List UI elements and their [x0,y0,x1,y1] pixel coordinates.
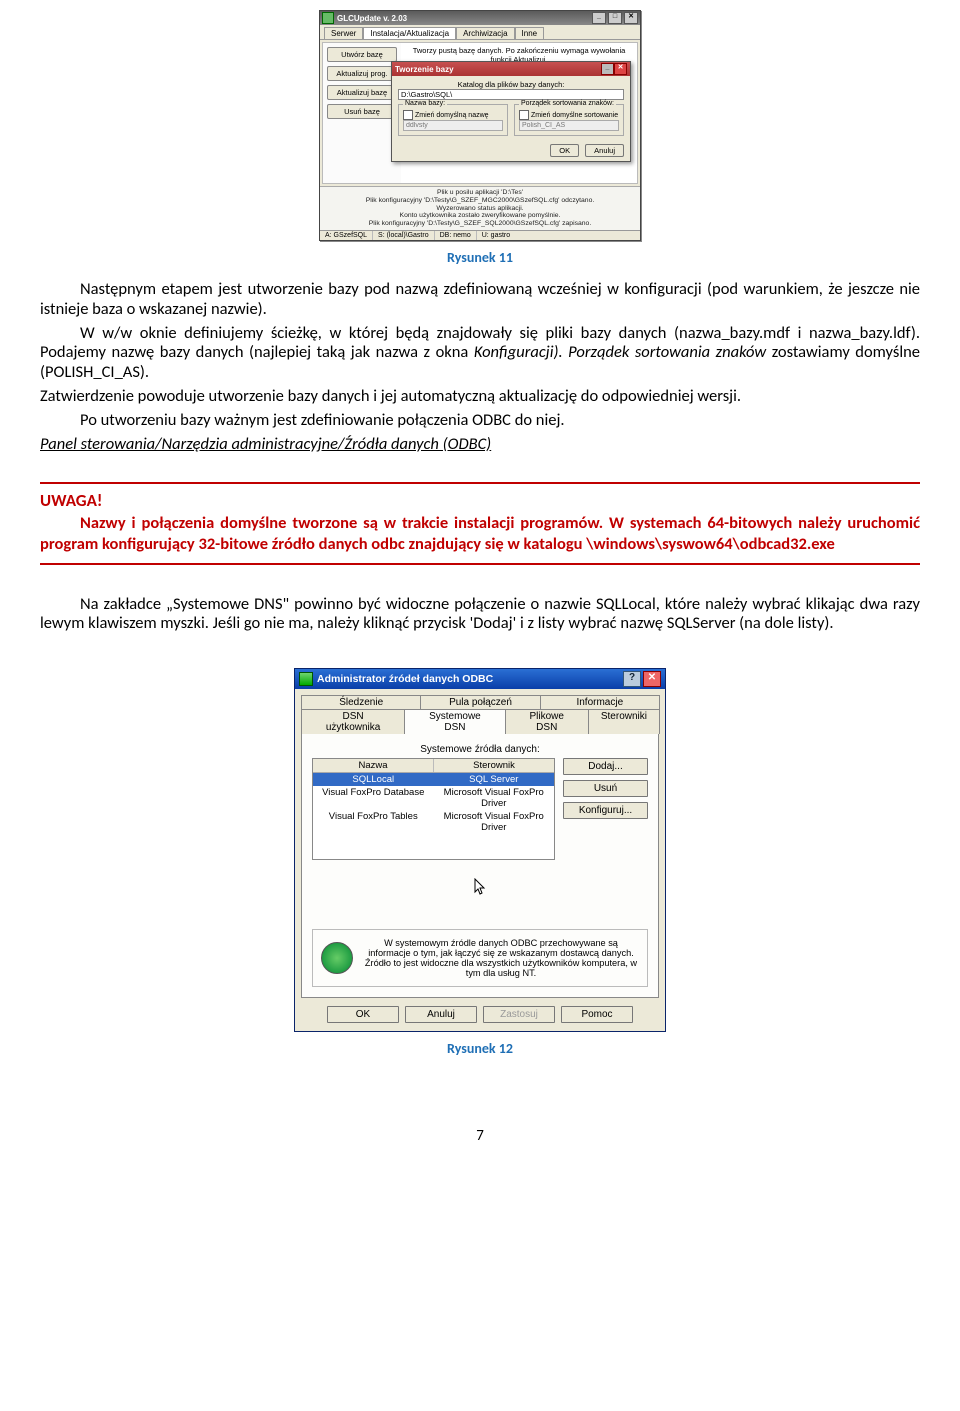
list-row-selected[interactable]: SQLLocal SQL Server [313,773,554,786]
odbc-titlebar: Administrator źródeł danych ODBC ? ✕ [295,669,665,689]
odbc-admin-window: Administrator źródeł danych ODBC ? ✕ Śle… [294,668,666,1032]
odbc-close-button[interactable]: ✕ [643,671,661,687]
tab-sledzenie[interactable]: Śledzenie [301,695,421,709]
update-prog-button[interactable]: Aktualizuj prog. [327,66,397,81]
info-text: W systemowym źródle danych ODBC przechow… [363,938,639,978]
paragraph-1b: W w/w oknie definiujemy ścieżkę, w które… [40,324,920,383]
name-group-title: Nazwa bazy: [403,100,447,107]
change-sort-checkbox[interactable]: Zmień domyślne sortowanie [519,110,619,120]
col-driver[interactable]: Sterownik [434,759,554,772]
figure-2-screenshot: Administrator źródeł danych ODBC ? ✕ Śle… [40,668,920,1032]
configure-button[interactable]: Konfiguruj... [563,802,648,819]
tab-content: Systemowe źródła danych: Nazwa Sterownik… [301,733,659,998]
cancel-button[interactable]: Anuluj [405,1006,477,1023]
figure-1-screenshot: GLCUpdate v. 2.03 _ □ ✕ Serwer Instalacj… [40,10,920,241]
side-button-panel: Utwórz bazę Aktualizuj prog. Aktualizuj … [323,43,401,183]
tab-informacje[interactable]: Informacje [540,695,660,709]
dialog-minimize-button[interactable]: _ [601,63,614,75]
tab-serwer[interactable]: Serwer [324,27,363,39]
page-number: 7 [40,1127,920,1145]
dir-input[interactable] [398,89,624,100]
paragraph-1d: Po utworzeniu bazy ważnym jest zdefiniow… [40,411,920,431]
create-db-button[interactable]: Utwórz bazę [327,47,397,62]
maximize-button[interactable]: □ [608,12,622,24]
paragraph-1a: Następnym etapem jest utworzenie bazy po… [40,280,920,320]
dir-label: Katalog dla plików bazy danych: [398,80,624,89]
tab-drivers[interactable]: Sterowniki [588,709,660,734]
list-row[interactable]: Visual FoxPro Tables Microsoft Visual Fo… [313,810,554,834]
paragraph-1c: Zatwierdzenie powoduje utworzenie bazy d… [40,387,920,407]
minimize-button[interactable]: _ [592,12,606,24]
figure-2-caption: Rysunek 12 [40,1040,920,1057]
glcupdate-window: GLCUpdate v. 2.03 _ □ ✕ Serwer Instalacj… [319,10,641,241]
tab-archiwizacja[interactable]: Archiwizacja [456,27,514,39]
tab-inne[interactable]: Inne [515,27,545,39]
sort-group-title: Porządek sortowania znaków: [519,100,616,107]
info-panel: W systemowym źródle danych ODBC przechow… [312,929,648,987]
log-line: Plik u posilu aplikacji 'D:\Tes' [324,189,636,197]
log-line: Wyzerowano status aplikacji. [324,205,636,213]
warning-bottom-rule [40,563,920,565]
status-db: DB: nemo [435,231,477,240]
apply-button: Zastosuj [483,1006,555,1023]
help-dlg-button[interactable]: Pomoc [561,1006,633,1023]
odbc-app-icon [299,672,313,686]
log-line: Plik konfiguracyjny 'D:\Testy\G_SZEF_MGC… [324,197,636,205]
help-button[interactable]: ? [623,671,641,687]
tab-pula[interactable]: Pula połączeń [420,695,540,709]
info-icon [321,942,353,974]
delete-db-button[interactable]: Usuń bazę [327,104,397,119]
list-label: Systemowe źródła danych: [312,744,648,755]
paragraph-1e: Panel sterowania/Narzędzia administracyj… [40,435,920,455]
tab-instalacja[interactable]: Instalacja/Aktualizacja [363,27,456,39]
close-button[interactable]: ✕ [624,12,638,24]
ok-button[interactable]: OK [327,1006,399,1023]
add-button[interactable]: Dodaj... [563,758,648,775]
tab-dsn-file[interactable]: Plikowe DSN [505,709,589,734]
tabstrip: Serwer Instalacja/Aktualizacja Archiwiza… [320,25,640,40]
tab-dsn-system[interactable]: Systemowe DSN [404,709,505,734]
odbc-window-title: Administrator źródeł danych ODBC [317,673,493,685]
remove-button[interactable]: Usuń [563,780,648,797]
cursor-icon [312,878,648,899]
dsn-listview[interactable]: Nazwa Sterownik SQLLocal SQL Server Visu… [312,758,555,860]
tabrow-top: Śledzenie Pula połączeń Informacje [301,695,659,709]
col-name[interactable]: Nazwa [313,759,434,772]
paragraph-2: Na zakładce „Systemowe DNS" powinno być … [40,595,920,635]
db-name-input [403,120,503,131]
app-icon [322,12,334,24]
window-titlebar: GLCUpdate v. 2.03 _ □ ✕ [320,11,640,25]
change-name-checkbox[interactable]: Zmień domyślną nazwę [403,110,503,120]
log-line: Konto użytkownika zostało zweryfikowane … [324,212,636,220]
sort-order-input [519,120,619,131]
warning-title: UWAGA! [40,490,920,511]
warning-top-rule [40,482,920,484]
figure-1-caption: Rysunek 11 [40,249,920,266]
log-panel: Plik u posilu aplikacji 'D:\Tes' Plik ko… [320,186,640,230]
create-db-dialog: Tworzenie bazy _ ✕ Katalog dla plików ba… [391,61,631,162]
update-db-button[interactable]: Aktualizuj bazę [327,85,397,100]
window-title: GLCUpdate v. 2.03 [337,14,407,23]
list-row[interactable]: Visual FoxPro Database Microsoft Visual … [313,786,554,810]
dialog-title: Tworzenie bazy [395,65,454,74]
dialog-ok-button[interactable]: OK [550,144,579,157]
status-bar: A: GSzefSQL S: (local)\Gastro DB: nemo U… [320,230,640,240]
tabrow-bottom: DSN użytkownika Systemowe DSN Plikowe DS… [301,709,659,734]
status-user: U: gastro [477,231,515,240]
log-line: Plik konfiguracyjny 'D:\Testy\G_SZEF_SQL… [324,220,636,228]
status-server: S: (local)\Gastro [373,231,435,240]
dialog-cancel-button[interactable]: Anuluj [585,144,624,157]
tab-dsn-user[interactable]: DSN użytkownika [301,709,405,734]
status-app: A: GSzefSQL [320,231,373,240]
dialog-close-button[interactable]: ✕ [614,63,627,75]
warning-body: Nazwy i połączenia domyślne tworzone są … [40,513,920,554]
